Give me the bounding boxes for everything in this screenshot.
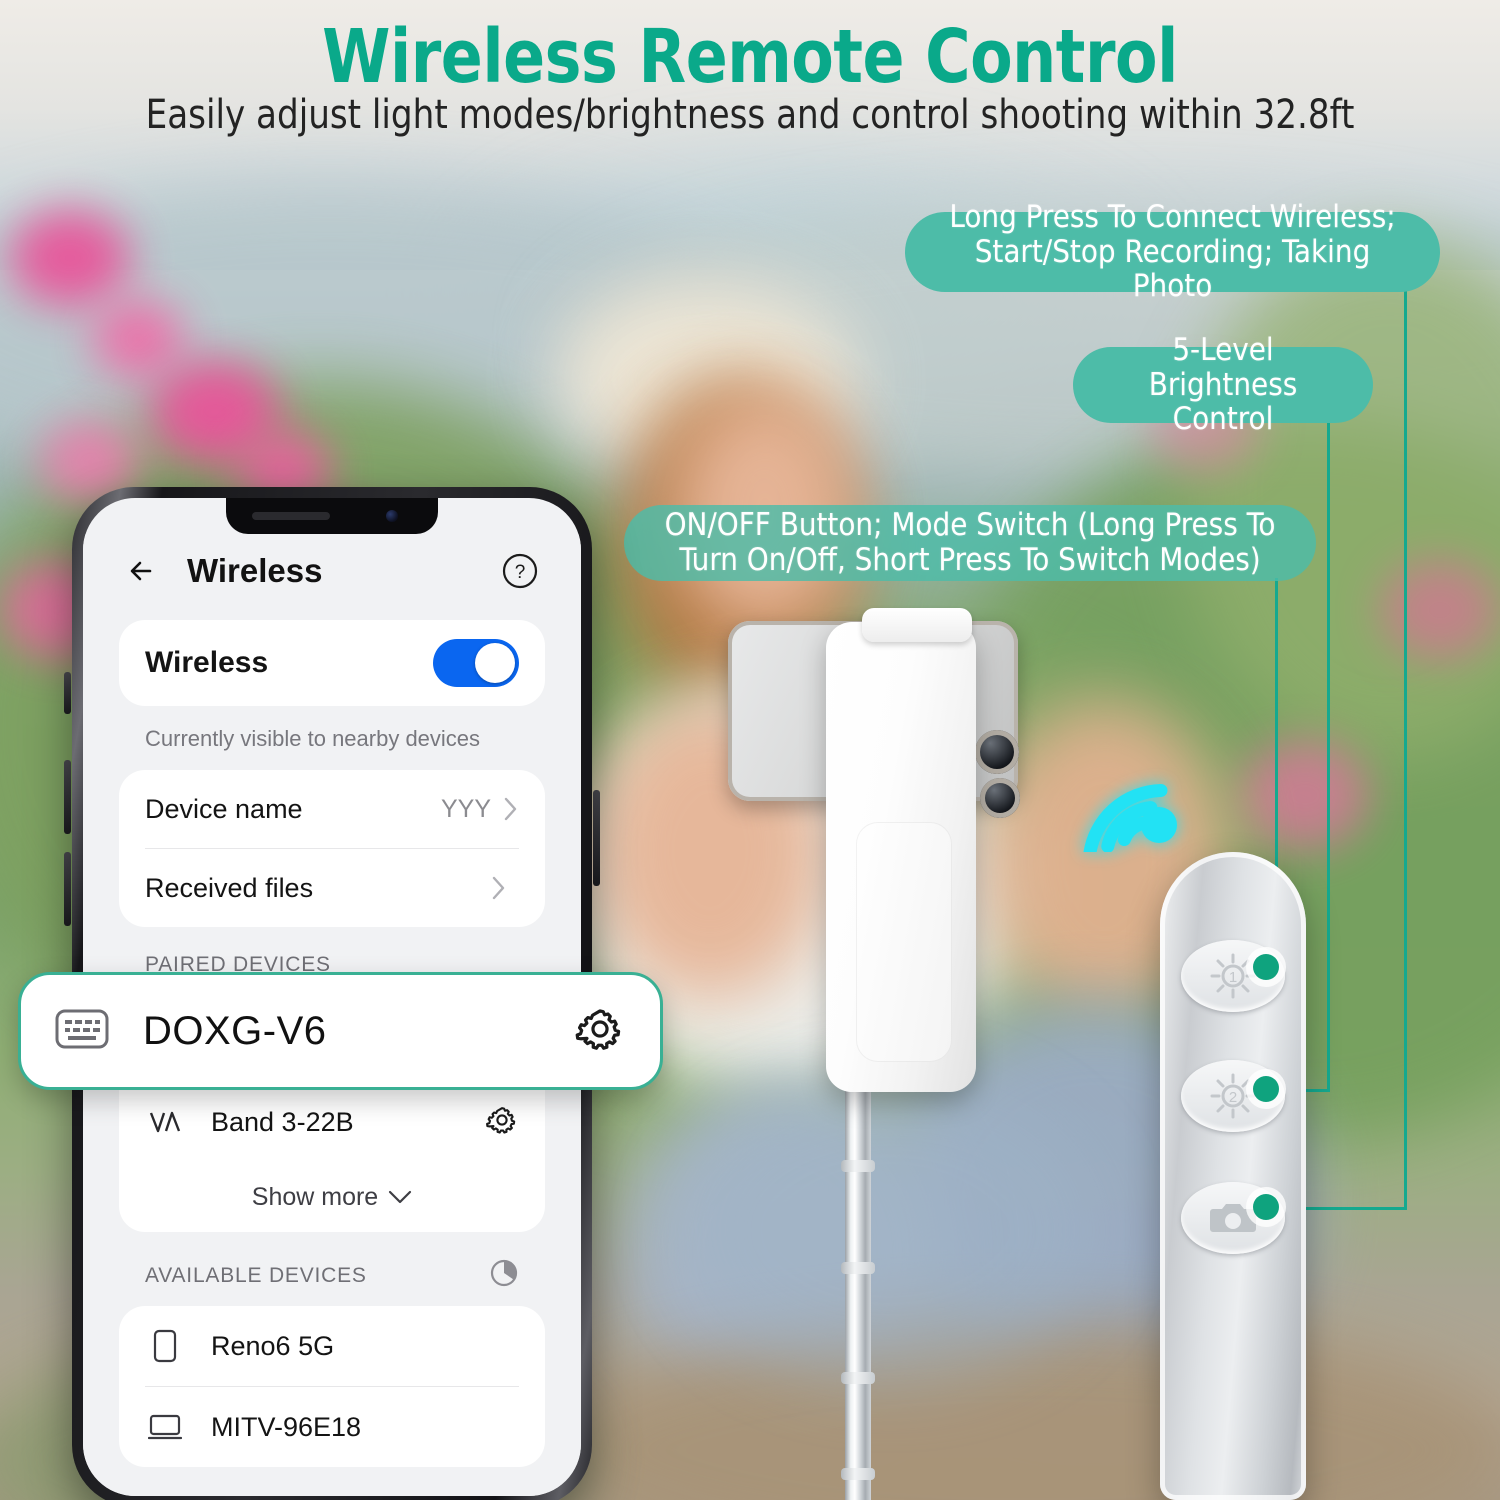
phone-volume-down [64, 852, 71, 926]
connector-line-record [1404, 288, 1407, 1210]
phone-icon [145, 1329, 185, 1363]
marker-dot-brightness-2 [1253, 1076, 1279, 1102]
wireless-toggle-switch[interactable] [433, 639, 519, 687]
svg-text:?: ? [515, 562, 526, 583]
light-panel [856, 822, 952, 1062]
background-flower [1380, 560, 1500, 660]
pole-ring [841, 1262, 875, 1274]
callout-onoff-button: ON/OFF Button; Mode Switch (Long Press T… [624, 505, 1316, 581]
screen-title: Wireless [187, 552, 323, 589]
wireless-toggle-label: Wireless [145, 646, 269, 679]
fill-light-module [826, 622, 976, 1092]
chevron-down-icon [389, 1190, 412, 1203]
toggle-knob [475, 643, 515, 683]
help-circle-icon[interactable]: ? [501, 552, 539, 590]
available-device-row[interactable]: Reno6 5G [119, 1306, 545, 1386]
phone-camera-lens [975, 730, 1019, 774]
gear-icon[interactable] [485, 1103, 519, 1142]
highlighted-device-card[interactable]: DOXG-V6 [18, 972, 663, 1090]
wireless-toggle-row[interactable]: Wireless [119, 620, 545, 706]
marker-dot-shutter [1253, 1194, 1279, 1220]
paired-device-row[interactable]: Band 3-22B [119, 1082, 545, 1162]
device-settings-card: Device name YYY Received files [119, 770, 545, 927]
chevron-right-icon [492, 876, 505, 900]
promo-image-root: Wireless Remote Control Easily adjust li… [0, 0, 1500, 1500]
screen-navbar: Wireless ? [83, 534, 581, 608]
phone-side-button [64, 672, 71, 714]
background-water [680, 1080, 1100, 1380]
available-devices-card: Reno6 5G MITV-96E18 [119, 1306, 545, 1467]
show-more-label: Show more [251, 1182, 379, 1211]
holder-hinge [862, 608, 972, 642]
phone-power-button [593, 790, 600, 886]
keyboard-icon [55, 1009, 109, 1054]
device-name-label: Device name [145, 793, 303, 824]
marker-dot-brightness-1 [1253, 954, 1279, 980]
paired-device-name: Band 3-22B [211, 1106, 354, 1137]
callout-record-button: Long Press To Connect Wireless; Start/St… [905, 200, 1440, 304]
show-more-button[interactable]: Show more [119, 1162, 545, 1232]
visibility-caption: Currently visible to nearby devices [145, 726, 481, 751]
device-name-value: YYY [440, 794, 491, 823]
page-subtitle: Easily adjust light modes/brightness and… [145, 92, 1355, 138]
wireless-remote-control: 1 2 [1160, 852, 1306, 1500]
wireless-toggle-card: Wireless [119, 620, 545, 706]
sun-two-icon: 2 [1210, 1073, 1256, 1119]
callout-brightness-control: 5-Level Brightness Control [1073, 333, 1373, 437]
phone-volume-up [64, 760, 71, 834]
back-arrow-icon[interactable] [127, 554, 161, 588]
wifi-signal-icon [1083, 783, 1177, 852]
scanning-spinner-icon [489, 1258, 519, 1294]
connector-line-brightness [1327, 420, 1330, 1091]
sun-one-icon: 1 [1210, 953, 1256, 999]
available-devices-label: AVAILABLE DEVICES [145, 1264, 367, 1287]
pole-ring [841, 1160, 875, 1172]
received-files-row[interactable]: Received files [119, 849, 545, 927]
monitor-icon [145, 1413, 185, 1441]
pole-ring [841, 1372, 875, 1384]
background-flower [92, 300, 184, 378]
gear-icon[interactable] [574, 1003, 626, 1060]
highlighted-device-name: DOXG-V6 [143, 1008, 327, 1053]
phone-notch [226, 498, 438, 534]
brightness-level-1-label: 1 [1229, 969, 1237, 986]
pole-ring [841, 1468, 875, 1480]
band-logo-icon [145, 1109, 185, 1135]
phone-camera-lens [980, 778, 1020, 818]
camera-icon [1210, 1204, 1256, 1232]
available-device-row[interactable]: MITV-96E18 [119, 1387, 545, 1467]
available-devices-heading: AVAILABLE DEVICES [83, 1232, 581, 1306]
available-device-name: MITV-96E18 [211, 1411, 362, 1442]
page-title: Wireless Remote Control [322, 14, 1178, 100]
telescoping-pole [845, 1088, 871, 1500]
front-camera [386, 510, 398, 522]
available-device-name: Reno6 5G [211, 1330, 335, 1361]
earpiece-speaker [252, 512, 330, 520]
brightness-level-2-label: 2 [1229, 1089, 1237, 1106]
background-flower [10, 210, 130, 306]
received-files-label: Received files [145, 872, 314, 903]
device-name-row[interactable]: Device name YYY [119, 770, 545, 848]
chevron-right-icon [504, 797, 517, 821]
background-flower [1240, 740, 1370, 850]
